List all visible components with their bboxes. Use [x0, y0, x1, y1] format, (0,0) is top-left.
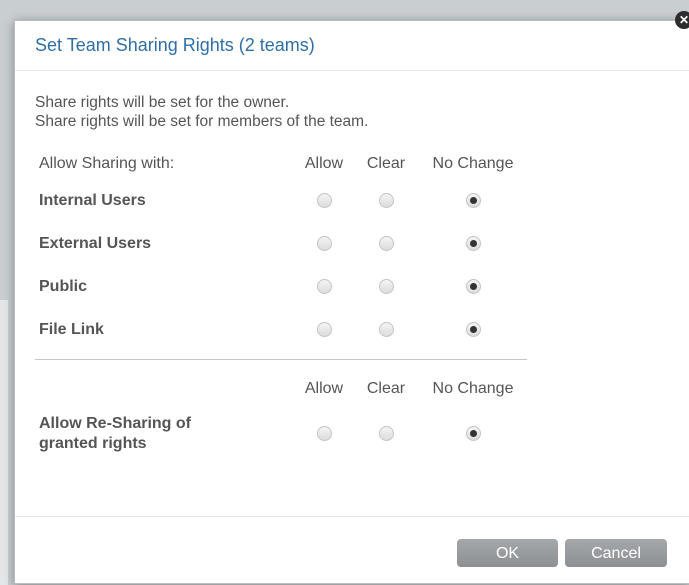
resharing-no-change-radio[interactable]	[465, 426, 481, 442]
ok-button[interactable]: OK	[457, 539, 558, 567]
file-link-no-change-radio[interactable]	[465, 321, 481, 337]
resharing-no-change-column-header: No Change	[432, 380, 514, 397]
external-users-no-change-radio[interactable]	[465, 235, 481, 251]
internal-users-label: Internal Users	[39, 191, 146, 209]
public-label: Public	[39, 277, 88, 295]
allow-sharing-with-label: Allow Sharing with:	[39, 155, 175, 172]
dialog-title: Set Team Sharing Rights (2 teams)	[35, 35, 315, 55]
external-users-allow-radio[interactable]	[316, 235, 332, 251]
resharing-clear-column-header: Clear	[366, 380, 406, 397]
internal-users-clear-radio[interactable]	[378, 192, 394, 208]
row-public: Public	[39, 265, 529, 308]
allow-column-header: Allow	[304, 155, 344, 172]
dialog-body: Share rights will be set for the owner. …	[15, 71, 689, 464]
internal-users-no-change-radio[interactable]	[465, 192, 481, 208]
external-users-clear-radio[interactable]	[378, 235, 394, 251]
resharing-allow-radio[interactable]	[316, 426, 332, 442]
file-link-label: File Link	[39, 320, 104, 338]
allow-resharing-label: Allow Re-Sharing of granted rights	[39, 404, 293, 464]
no-change-column-header: No Change	[432, 155, 514, 172]
resharing-table: Allow Clear No Change Allow Re-Sharing o…	[39, 374, 529, 464]
dialog-header: Set Team Sharing Rights (2 teams)	[15, 21, 689, 71]
file-link-clear-radio[interactable]	[378, 321, 394, 337]
row-external-users: External Users	[39, 222, 529, 265]
resharing-allow-column-header: Allow	[304, 380, 344, 397]
info-line-members: Share rights will be set for members of …	[35, 113, 369, 130]
sharing-rights-table: Allow Sharing with: Allow Clear No Chang…	[39, 149, 529, 351]
row-internal-users: Internal Users	[39, 179, 529, 222]
close-icon[interactable]: ✕	[675, 11, 689, 29]
allow-resharing-label-line1: Allow Re-Sharing of	[39, 415, 191, 432]
clear-column-header: Clear	[366, 155, 406, 172]
external-users-label: External Users	[39, 234, 152, 252]
row-allow-resharing: Allow Re-Sharing of granted rights	[39, 404, 529, 464]
allow-resharing-label-line2: granted rights	[39, 435, 147, 452]
resharing-clear-radio[interactable]	[378, 426, 394, 442]
resharing-header-row: Allow Clear No Change	[39, 374, 529, 404]
section-divider	[35, 359, 527, 360]
cancel-button[interactable]: Cancel	[565, 539, 667, 567]
public-no-change-radio[interactable]	[465, 278, 481, 294]
background-panel	[0, 300, 8, 585]
file-link-allow-radio[interactable]	[316, 321, 332, 337]
internal-users-allow-radio[interactable]	[316, 192, 332, 208]
sharing-header-row: Allow Sharing with: Allow Clear No Chang…	[39, 149, 529, 179]
row-file-link: File Link	[39, 308, 529, 351]
public-clear-radio[interactable]	[378, 278, 394, 294]
team-sharing-dialog: ✕ Set Team Sharing Rights (2 teams) Shar…	[14, 11, 689, 584]
public-allow-radio[interactable]	[316, 278, 332, 294]
info-line-owner: Share rights will be set for the owner.	[35, 94, 290, 111]
dialog-footer: OK Cancel	[15, 516, 689, 583]
